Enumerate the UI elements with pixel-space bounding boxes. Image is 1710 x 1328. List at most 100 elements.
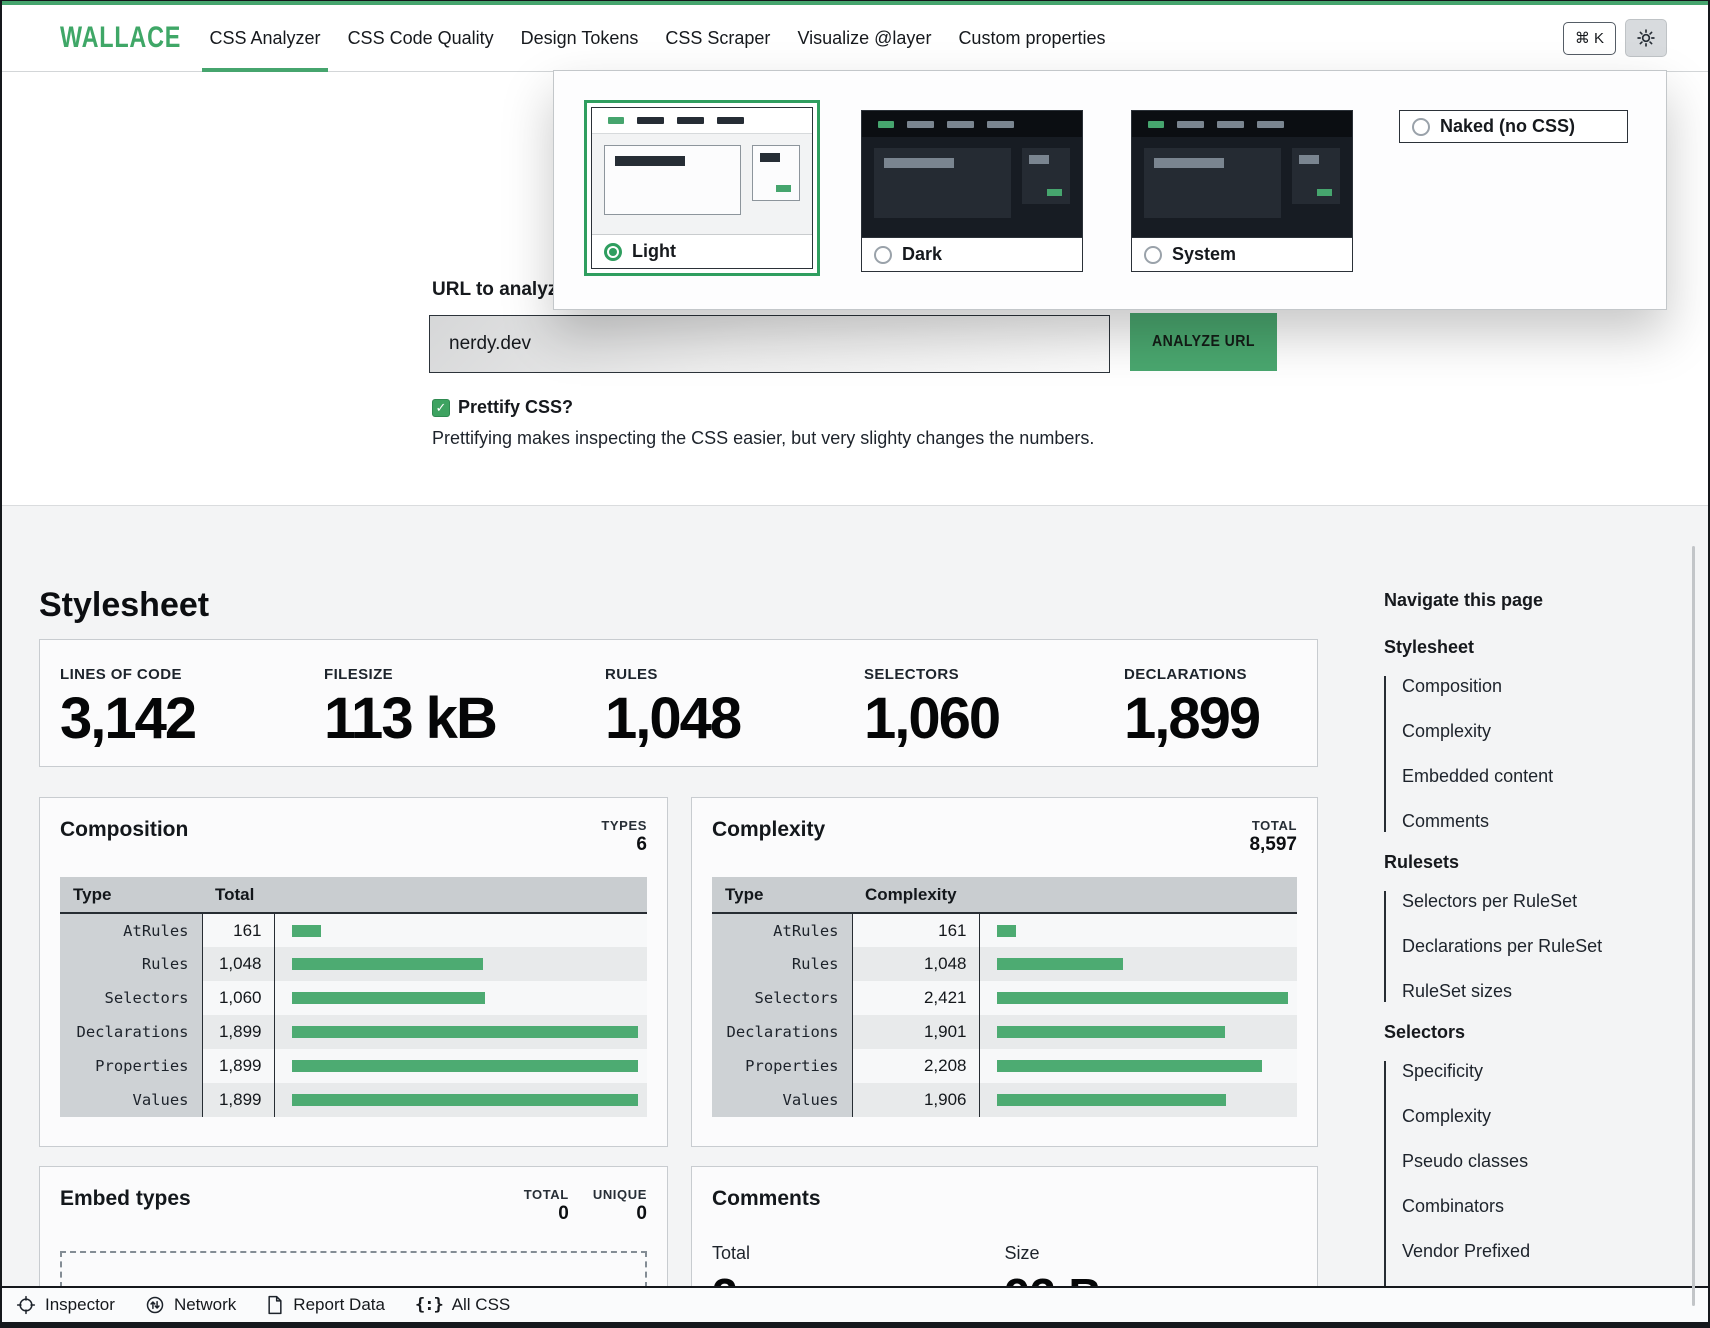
column-header-complexity: Complexity bbox=[852, 877, 1297, 913]
bottom-toolbar: Inspector Network Report Data {:} All CS… bbox=[2, 1286, 1708, 1322]
dark-theme-preview bbox=[862, 111, 1082, 237]
transfer-icon bbox=[145, 1295, 165, 1315]
radio-icon[interactable] bbox=[1412, 118, 1430, 136]
page-nav-title: Navigate this page bbox=[1384, 590, 1634, 611]
scrollbar[interactable] bbox=[1692, 546, 1695, 1306]
bar bbox=[292, 992, 485, 1004]
bar bbox=[292, 1094, 639, 1106]
embed-unique-label: UNIQUE bbox=[593, 1187, 647, 1202]
theme-toggle-button[interactable] bbox=[1625, 19, 1667, 57]
table-row: Values1,906 bbox=[712, 1083, 1297, 1117]
toolbar-network[interactable]: Network bbox=[145, 1295, 236, 1315]
nav-design-tokens[interactable]: Design Tokens bbox=[507, 5, 652, 71]
wallace-logo[interactable]: WALLACE bbox=[60, 21, 181, 55]
page-nav-link-declarations-per-ruleset[interactable]: Declarations per RuleSet bbox=[1402, 936, 1634, 957]
total-value: 8,597 bbox=[1249, 834, 1297, 856]
table-row: Values1,899 bbox=[60, 1083, 647, 1117]
theme-option-label: Light bbox=[632, 241, 676, 262]
system-theme-preview bbox=[1132, 111, 1352, 237]
theme-option-label: System bbox=[1172, 244, 1236, 265]
theme-picker-popover: Light Dark bbox=[553, 70, 1667, 310]
page-nav-link-comments[interactable]: Comments bbox=[1402, 811, 1634, 832]
embed-total-value: 0 bbox=[524, 1203, 569, 1225]
bar bbox=[292, 958, 483, 970]
nav-css-analyzer[interactable]: CSS Analyzer bbox=[196, 5, 334, 71]
bar bbox=[292, 925, 321, 937]
page-nav-link-selectors-per-ruleset[interactable]: Selectors per RuleSet bbox=[1402, 891, 1634, 912]
stat-rules: RULES 1,048 bbox=[605, 666, 864, 766]
page-nav-link-combinators[interactable]: Combinators bbox=[1402, 1196, 1634, 1217]
radio-icon[interactable] bbox=[1144, 246, 1162, 264]
table-row: AtRules161 bbox=[60, 913, 647, 947]
analyze-url-button[interactable]: ANALYZE URL bbox=[1130, 313, 1277, 371]
url-input[interactable] bbox=[429, 315, 1110, 373]
nav-css-scraper[interactable]: CSS Scraper bbox=[652, 5, 784, 71]
prettify-label: Prettify CSS? bbox=[458, 397, 573, 418]
page-nav-link-vendor-prefixed[interactable]: Vendor Prefixed bbox=[1402, 1241, 1634, 1262]
theme-option-label: Dark bbox=[902, 244, 942, 265]
complexity-card: Complexity TOTAL 8,597 Type Complexity A… bbox=[691, 797, 1318, 1147]
nav-css-code-quality[interactable]: CSS Code Quality bbox=[334, 5, 507, 71]
bar bbox=[997, 1060, 1263, 1072]
table-row: Selectors1,060 bbox=[60, 981, 647, 1015]
theme-option-light-selected-frame: Light bbox=[584, 100, 820, 276]
page-nav-link-pseudo-classes[interactable]: Pseudo classes bbox=[1402, 1151, 1634, 1172]
complexity-table: Type Complexity AtRules161 Rules1,048 Se… bbox=[712, 877, 1297, 1117]
prettify-description: Prettifying makes inspecting the CSS eas… bbox=[432, 428, 1094, 449]
embed-unique-value: 0 bbox=[593, 1203, 647, 1225]
light-theme-preview bbox=[592, 108, 812, 234]
toolbar-all-css[interactable]: {:} All CSS bbox=[415, 1295, 510, 1315]
composition-title: Composition bbox=[60, 818, 188, 856]
bar bbox=[997, 925, 1016, 937]
page-nav-link-ruleset-sizes[interactable]: RuleSet sizes bbox=[1402, 981, 1634, 1002]
bar bbox=[292, 1060, 639, 1072]
page-nav-link-composition[interactable]: Composition bbox=[1402, 676, 1634, 697]
bar bbox=[292, 1026, 639, 1038]
command-k-button[interactable]: ⌘ K bbox=[1563, 22, 1616, 55]
check-icon: ✓ bbox=[436, 400, 447, 416]
page-nav-heading-selectors[interactable]: Selectors bbox=[1384, 1022, 1634, 1043]
results-section: Stylesheet LINES OF CODE 3,142 FILESIZE … bbox=[2, 505, 1708, 1322]
table-row: Declarations1,901 bbox=[712, 1015, 1297, 1049]
table-row: AtRules161 bbox=[712, 913, 1297, 947]
stat-filesize: FILESIZE 113 kB bbox=[324, 666, 605, 766]
toolbar-inspector[interactable]: Inspector bbox=[16, 1295, 115, 1315]
table-row: Properties2,208 bbox=[712, 1049, 1297, 1083]
stat-selectors: SELECTORS 1,060 bbox=[864, 666, 1124, 766]
page-nav-link-embedded-content[interactable]: Embedded content bbox=[1402, 766, 1634, 787]
table-row: Selectors2,421 bbox=[712, 981, 1297, 1015]
total-label: TOTAL bbox=[1249, 818, 1297, 833]
theme-option-dark[interactable]: Dark bbox=[861, 110, 1083, 272]
composition-card: Composition TYPES 6 Type Total AtRules16… bbox=[39, 797, 668, 1147]
nav-visualize-layer[interactable]: Visualize @layer bbox=[784, 5, 945, 71]
file-icon bbox=[266, 1295, 284, 1315]
theme-option-light[interactable]: Light bbox=[591, 107, 813, 269]
stylesheet-stats-card: LINES OF CODE 3,142 FILESIZE 113 kB RULE… bbox=[39, 639, 1318, 767]
composition-table: Type Total AtRules161 Rules1,048 Selecto… bbox=[60, 877, 647, 1117]
page-nav-link-complexity[interactable]: Complexity bbox=[1402, 721, 1634, 742]
page-nav-link-specificity[interactable]: Specificity bbox=[1402, 1061, 1634, 1082]
toolbar-report-data[interactable]: Report Data bbox=[266, 1295, 385, 1315]
page-nav-link-complexity-selectors[interactable]: Complexity bbox=[1402, 1106, 1634, 1127]
theme-option-system[interactable]: System bbox=[1131, 110, 1353, 272]
comments-title: Comments bbox=[712, 1187, 821, 1211]
theme-option-naked[interactable]: Naked (no CSS) bbox=[1399, 110, 1628, 143]
target-icon bbox=[16, 1295, 36, 1315]
top-navigation: WALLACE CSS Analyzer CSS Code Quality De… bbox=[2, 1, 1708, 72]
prettify-checkbox[interactable]: ✓ bbox=[432, 399, 450, 417]
page-navigation: Navigate this page Stylesheet Compositio… bbox=[1384, 590, 1634, 1322]
radio-icon[interactable] bbox=[874, 246, 892, 264]
braces-icon: {:} bbox=[415, 1295, 443, 1315]
column-header-total: Total bbox=[202, 877, 647, 913]
radio-icon[interactable] bbox=[604, 243, 622, 261]
page-nav-heading-rulesets[interactable]: Rulesets bbox=[1384, 852, 1634, 873]
types-label: TYPES bbox=[601, 818, 647, 833]
nav-custom-properties[interactable]: Custom properties bbox=[945, 5, 1119, 71]
page-nav-heading-stylesheet[interactable]: Stylesheet bbox=[1384, 637, 1634, 658]
page-title: Stylesheet bbox=[39, 586, 209, 625]
theme-option-label: Naked (no CSS) bbox=[1440, 116, 1575, 137]
table-row: Rules1,048 bbox=[712, 947, 1297, 981]
column-header-type: Type bbox=[712, 877, 852, 913]
table-row: Rules1,048 bbox=[60, 947, 647, 981]
bar bbox=[997, 958, 1123, 970]
